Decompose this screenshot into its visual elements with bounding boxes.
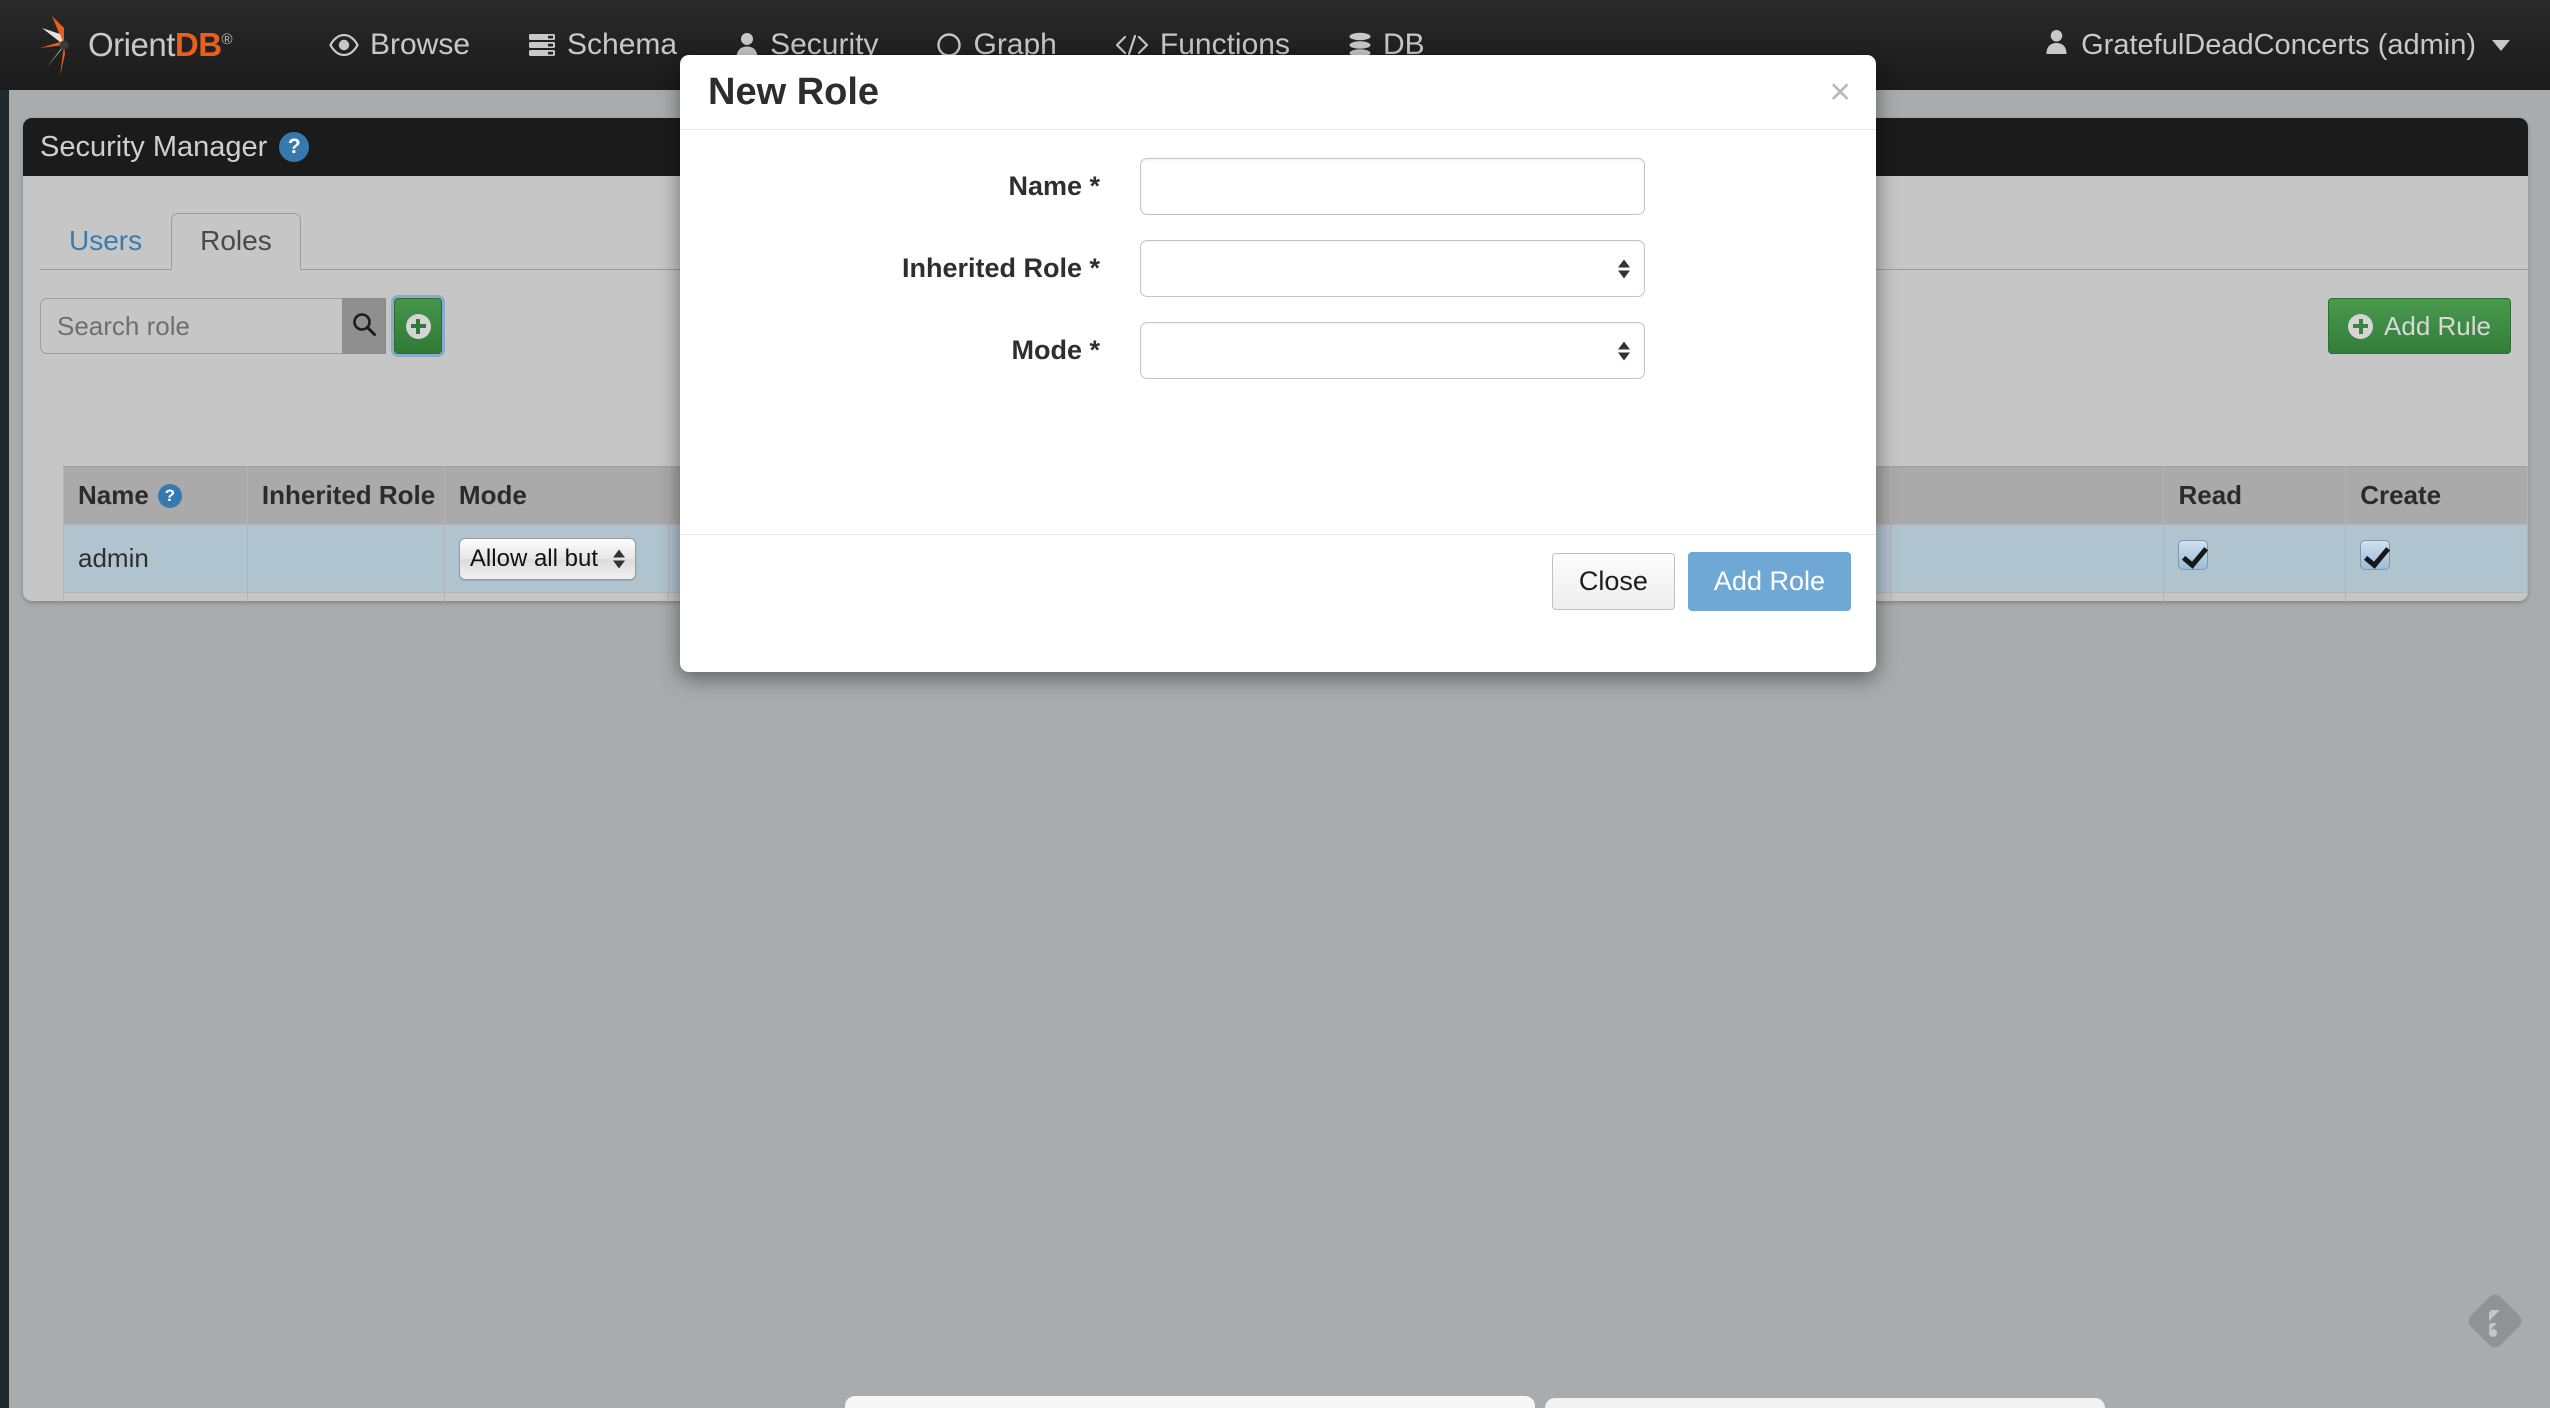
cell-inherited-role: Prova (246, 592, 445, 601)
th-read[interactable]: Read (2163, 466, 2347, 525)
search-group (40, 298, 442, 354)
tab-label: Users (69, 225, 143, 256)
code-icon (1115, 34, 1149, 56)
account-menu[interactable]: GratefulDeadConcerts (admin) (2045, 29, 2510, 62)
search-input[interactable] (40, 298, 342, 354)
tab-users[interactable]: Users (40, 213, 171, 270)
nav-item-browse[interactable]: Browse (300, 0, 499, 90)
window-left-edge (0, 90, 9, 1408)
app-root: OrientDB® Browse Schema Security Graph F… (0, 0, 2550, 1408)
name-label: Name * (1008, 171, 1100, 201)
cell-read (2163, 524, 2347, 593)
name-field[interactable] (1140, 158, 1645, 215)
form-row-name: Name * (680, 158, 1876, 215)
chevron-down-icon (2492, 39, 2510, 51)
user-icon (2045, 29, 2068, 62)
cell-create (2345, 592, 2528, 601)
th-inherited-role[interactable]: Inherited Role (246, 466, 445, 525)
th-rule-5 (1889, 466, 2165, 525)
tab-roles[interactable]: Roles (171, 213, 301, 270)
orientdb-logo[interactable]: OrientDB® (34, 0, 244, 90)
cell-name: admin (63, 524, 248, 593)
mode-label: Mode * (1011, 335, 1100, 365)
orientdb-logo-icon (40, 16, 69, 76)
modal-header: New Role × (680, 55, 1876, 130)
mode-select-value: Allow all but (469, 544, 598, 572)
form-row-mode: Mode * (680, 322, 1876, 379)
nav-item-label: Schema (567, 28, 678, 61)
cell-mode: Allow all but (443, 524, 670, 593)
bottom-sheet-right (1545, 1398, 2105, 1408)
close-icon[interactable]: × (1829, 73, 1851, 110)
new-role-button[interactable] (394, 298, 442, 354)
feedly-icon[interactable] (2464, 1290, 2526, 1352)
th-mode[interactable]: Mode (443, 466, 670, 525)
cell-inherited-role (246, 524, 445, 593)
cell-mode: Allow all but (443, 592, 670, 601)
inherited-role-select[interactable] (1140, 240, 1645, 297)
magnifier-icon (351, 311, 377, 342)
bottom-sheet-left (845, 1396, 1535, 1408)
th-create[interactable]: Create (2345, 466, 2528, 525)
page-title: Security Manager (40, 130, 268, 163)
inherited-role-label: Inherited Role * (901, 253, 1100, 283)
new-role-modal: New Role × Name * Inherited Role * Mode … (680, 55, 1876, 672)
account-label: GratefulDeadConcerts (admin) (2081, 28, 2476, 61)
help-icon[interactable]: ? (157, 483, 182, 508)
search-button[interactable] (342, 298, 386, 354)
cell-create (2345, 524, 2528, 593)
cell-rule-5 (1889, 592, 2165, 601)
eye-icon (329, 34, 359, 56)
nav-item-schema[interactable]: Schema (499, 0, 706, 90)
plus-circle-icon (405, 313, 431, 339)
modal-footer: Close Add Role (680, 534, 1876, 672)
form-row-inherited-role: Inherited Role * (680, 240, 1876, 297)
brand-text: OrientDB® (88, 26, 233, 63)
server-icon (528, 33, 556, 57)
cell-name: epico (63, 592, 248, 601)
select-spinner-icon (1618, 341, 1630, 360)
nav-item-label: Browse (370, 28, 471, 61)
th-name[interactable]: Name ? (63, 466, 248, 525)
add-role-submit-button[interactable]: Add Role (1687, 552, 1851, 611)
select-spinner-icon (1618, 259, 1630, 278)
close-button[interactable]: Close (1551, 553, 1675, 610)
create-checkbox[interactable] (2360, 540, 2391, 570)
select-spinner-icon (612, 549, 625, 568)
cell-read (2163, 592, 2347, 601)
modal-body: Name * Inherited Role * Mode * (680, 130, 1876, 395)
th-label: Name (78, 480, 149, 510)
add-rule-label: Add Rule (2384, 310, 2491, 341)
cell-rule-5 (1889, 524, 2165, 593)
help-icon[interactable]: ? (279, 132, 310, 162)
mode-select[interactable]: Allow all but (458, 537, 636, 580)
modal-title: New Role (708, 70, 880, 113)
tab-label: Roles (200, 225, 272, 256)
mode-select[interactable] (1140, 322, 1645, 379)
read-checkbox[interactable] (2178, 540, 2209, 570)
add-rule-button[interactable]: Add Rule (2328, 298, 2511, 354)
plus-circle-icon (2348, 313, 2374, 339)
